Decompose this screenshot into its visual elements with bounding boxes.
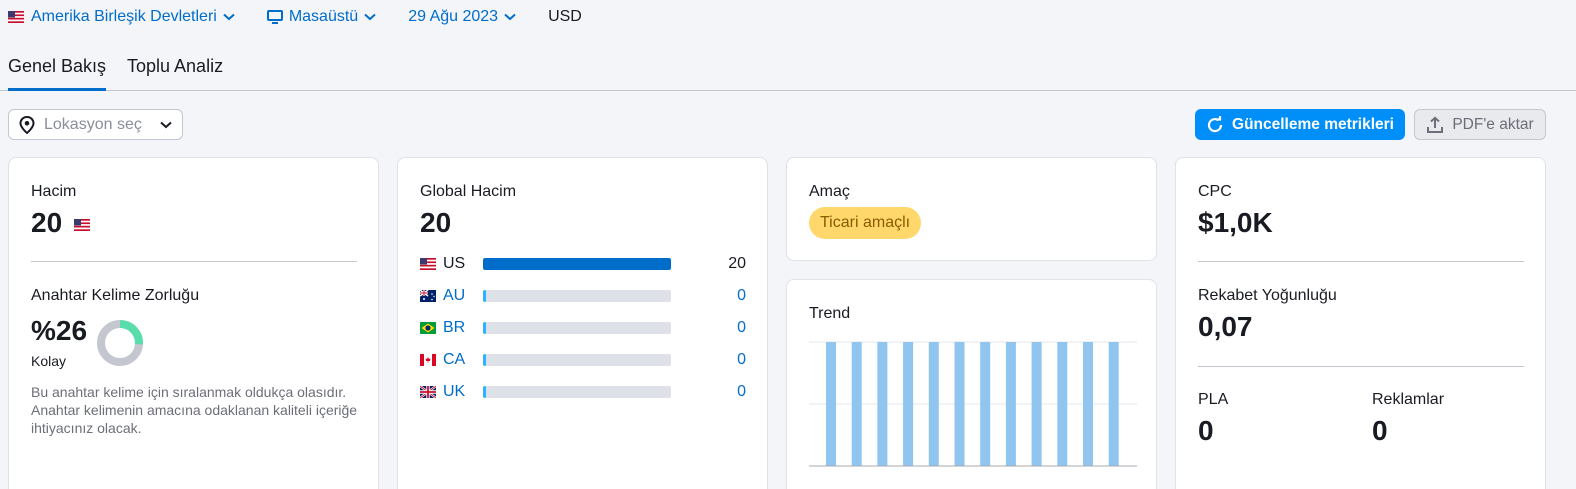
device-label: Masaüstü [288,8,359,25]
global-volume-value: 20 [420,207,452,238]
trend-bar[interactable] [1057,342,1068,466]
volume-bar-fill [483,322,486,334]
pla-value: 0 [1198,415,1214,446]
trend-label: Trend [809,305,851,322]
global-volume-label: Global Hacim [420,183,517,200]
country-row-br[interactable]: BR 0 [420,318,746,338]
volume-bar [483,322,671,334]
country-code: BR [443,319,466,336]
country-row-au[interactable]: AU 0 [420,286,746,306]
country-label: Amerika Birleşik Devletleri [31,8,217,25]
refresh-icon [1207,115,1223,132]
country-volume: 0 [737,287,746,304]
country-code: UK [443,383,466,400]
chevron-down-icon [223,13,235,21]
competition-label: Rekabet Yoğunluğu [1198,287,1337,304]
chevron-down-icon [160,121,172,128]
us-flag-icon [73,218,90,231]
kd-level: Kolay [31,353,67,369]
date-selector[interactable]: 29 Ağu 2023 [408,8,516,26]
kd-label: Anahtar Kelime Zorluğu [31,287,200,304]
trend-bar[interactable] [1005,342,1016,466]
filter-bar: Amerika Birleşik Devletleri Masaüstü 29 … [0,0,1576,34]
tab-overview[interactable]: Genel Bakış [8,56,107,91]
divider [1198,366,1524,367]
trend-bar[interactable] [1108,342,1119,466]
country-row-us: US 20 [420,254,746,274]
chevron-down-icon [364,13,376,21]
kd-note: Bu anahtar kelime için sıralanmak oldukç… [31,384,358,436]
tab-bar: Genel Bakış Toplu Analiz [0,44,1576,91]
intent-card: Amaç Ticari amaçlı [786,157,1157,261]
update-metrics-label: Güncelleme metrikleri [1232,115,1394,133]
desktop-icon [266,9,283,24]
competition-value: 0,07 [1198,311,1253,342]
trend-bar[interactable] [928,342,939,466]
country-code: AU [443,287,466,304]
country-code: CA [443,351,466,368]
upload-icon [1427,115,1444,133]
cpc-value: $1,0K [1198,207,1273,238]
country-selector[interactable]: Amerika Birleşik Devletleri [8,8,235,26]
uk-flag-icon [420,386,436,398]
trend-bar[interactable] [980,342,991,466]
ca-flag-icon [420,354,436,366]
volume-number: 20 [31,207,63,238]
ads-label: Reklamlar [1372,391,1445,408]
tab-bulk-analysis[interactable]: Toplu Analiz [127,56,223,88]
country-volume: 0 [737,351,746,368]
date-label: 29 Ağu 2023 [408,8,499,25]
trend-bar[interactable] [877,342,888,466]
ads-value: 0 [1372,415,1388,446]
trend-bar[interactable] [826,342,836,466]
us-flag-icon [8,11,24,23]
location-select[interactable]: Lokasyon seç [8,109,183,140]
intent-badge: Ticari amaçlı [809,207,922,239]
pla-label: PLA [1198,391,1229,408]
au-flag-icon [420,290,436,302]
location-pin-icon [19,115,35,134]
us-flag-icon [420,258,436,270]
volume-card: Hacim 20 Anahtar Kelime Zorluğu %26 Kola… [8,157,379,489]
volume-bar-fill [483,290,486,302]
br-flag-icon [420,322,436,334]
device-selector[interactable]: Masaüstü [266,8,376,26]
volume-value: 20 [31,207,90,239]
trend-chart [809,341,1137,467]
location-placeholder: Lokasyon seç [44,115,142,133]
trend-bar[interactable] [1031,342,1042,466]
volume-bar [483,354,671,366]
divider [31,261,357,262]
trend-bar[interactable] [903,342,914,466]
volume-bar [483,290,671,302]
kd-donut-chart [97,320,143,366]
country-volume: 0 [737,383,746,400]
kd-value: %26 [31,315,88,346]
export-pdf-label: PDF'e aktar [1452,115,1534,133]
volume-bar-fill [483,354,486,366]
cpc-card: CPC $1,0K Rekabet Yoğunluğu 0,07 PLA 0 R… [1175,157,1546,489]
currency-label: USD [548,8,582,25]
trend-bar[interactable] [1083,342,1093,466]
volume-bar [483,386,671,398]
trend-bar[interactable] [954,342,965,466]
country-code: US [443,255,466,272]
trend-card: Trend [786,279,1157,489]
volume-bar [483,258,671,270]
country-volume: 20 [728,255,746,272]
country-row-uk[interactable]: UK 0 [420,382,746,402]
trend-bar[interactable] [851,342,862,466]
divider [1198,261,1524,262]
intent-label: Amaç [809,183,850,200]
chevron-down-icon [504,13,516,21]
export-pdf-button[interactable]: PDF'e aktar [1414,109,1546,140]
volume-bar-fill [483,258,671,270]
country-volume: 0 [737,319,746,336]
cpc-label: CPC [1198,183,1232,200]
volume-bar-fill [483,386,486,398]
country-row-ca[interactable]: CA 0 [420,350,746,370]
volume-label: Hacim [31,183,77,200]
update-metrics-button[interactable]: Güncelleme metrikleri [1195,109,1405,140]
global-volume-card: Global Hacim 20 US 20 AU 0 BR 0 CA 0 UK … [397,157,768,489]
